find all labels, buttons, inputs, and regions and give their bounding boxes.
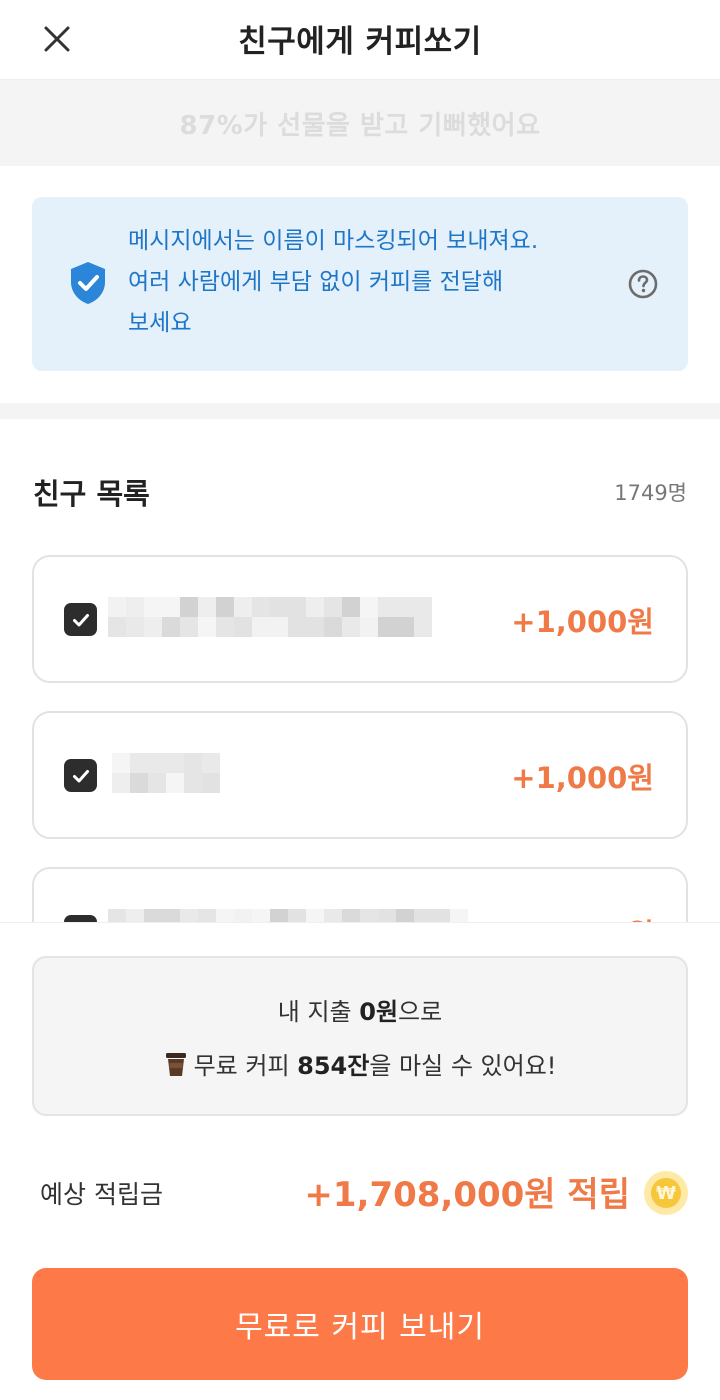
summary-coffee-count: 854잔 — [297, 1052, 370, 1080]
summary-free-coffee: 무료 커피 854잔을 마실 수 있어요! — [34, 1046, 686, 1081]
masked-friend-name — [108, 597, 432, 637]
friend-count: 1749명 — [614, 481, 687, 505]
estimate-amount: +1,708,000원 적립 — [304, 1175, 630, 1215]
summary-text: 으로 — [398, 998, 443, 1026]
privacy-notice-line: 메시지에서는 이름이 마스킹되어 보내져요. — [128, 228, 539, 254]
top-bar: 친구에게 커피쏘기 — [0, 0, 720, 80]
summary-text: 내 지출 — [277, 998, 360, 1026]
friend-checkbox[interactable] — [64, 603, 97, 636]
summary-text: 무료 커피 — [193, 1052, 298, 1080]
estimate-label: 예상 적립금 — [40, 1180, 163, 1209]
coin-symbol: ₩ — [651, 1178, 681, 1208]
savings-summary: 내 지출 0원으로 무료 커피 854잔을 마실 수 있어요! — [32, 956, 688, 1116]
bottom-panel: 내 지출 0원으로 무료 커피 854잔을 마실 수 있어요! 예상 적립금 +… — [0, 922, 720, 1400]
stat-banner: 87%가 선물을 받고 기뻐했어요 — [0, 80, 720, 166]
privacy-notice-line: 여러 사람에게 부담 없이 커피를 전달해 — [128, 269, 504, 295]
masked-friend-name — [112, 753, 220, 793]
friend-list-item[interactable]: +1,000원 — [32, 555, 688, 683]
check-icon — [72, 613, 89, 626]
section-divider — [0, 403, 720, 419]
coffee-cup-icon — [165, 1052, 186, 1076]
shield-check-icon — [71, 262, 105, 304]
privacy-notice: 메시지에서는 이름이 마스킹되어 보내져요. 여러 사람에게 부담 없이 커피를… — [32, 197, 688, 371]
privacy-notice-line: 보세요 — [128, 310, 192, 336]
friend-list-item[interactable]: +1,000원 — [32, 711, 688, 839]
privacy-notice-text: 메시지에서는 이름이 마스킹되어 보내져요. 여러 사람에게 부담 없이 커피를… — [128, 221, 598, 344]
friend-checkbox[interactable] — [64, 759, 97, 792]
coin-icon: ₩ — [644, 1171, 688, 1215]
send-coffee-button[interactable]: 무료로 커피 보내기 — [32, 1268, 688, 1380]
question-circle-icon[interactable] — [627, 268, 659, 300]
friend-reward: +1,000원 — [511, 605, 654, 639]
check-icon — [72, 769, 89, 782]
summary-spending-amount: 0원 — [359, 998, 399, 1026]
summary-text: 을 마실 수 있어요! — [369, 1052, 557, 1080]
friend-reward: +1,000원 — [511, 761, 654, 795]
stat-banner-text: 87%가 선물을 받고 기뻐했어요 — [179, 110, 541, 141]
summary-spending: 내 지출 0원으로 — [34, 992, 686, 1027]
friend-list-title: 친구 목록 — [33, 477, 150, 511]
page-title: 친구에게 커피쏘기 — [238, 24, 482, 60]
